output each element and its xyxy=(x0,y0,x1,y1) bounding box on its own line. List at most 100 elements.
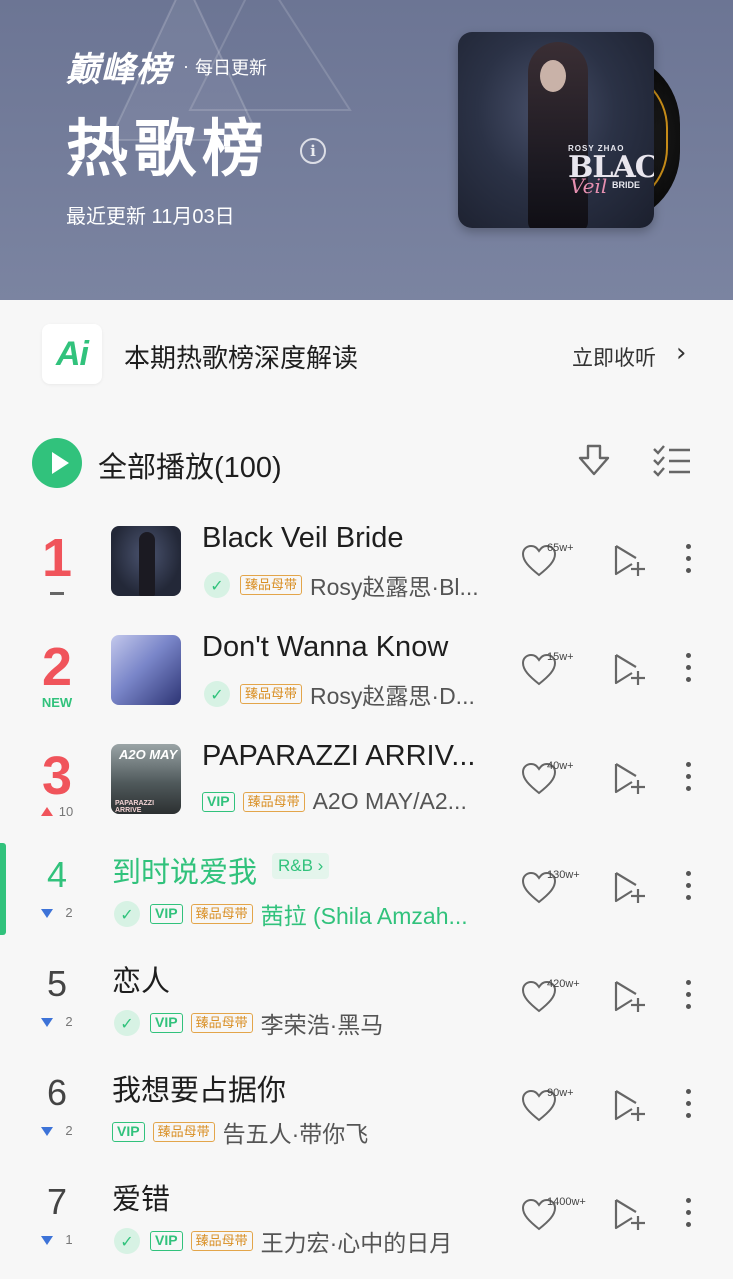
trend-down: 2 xyxy=(18,905,96,921)
more-options-icon[interactable] xyxy=(684,1089,692,1123)
more-options-icon[interactable] xyxy=(684,871,692,905)
rank-number: 7 xyxy=(46,1181,68,1222)
song-row[interactable]: 3 10 A2O MAY PAPARAZZI ARRIVE PAPARAZZI … xyxy=(0,724,733,833)
song-meta: ✓ VIP 臻品母带 王力宏·心中的日月 xyxy=(114,1224,452,1258)
artist-album: 王力宏·心中的日月 xyxy=(260,1230,453,1256)
more-options-icon[interactable] xyxy=(684,980,692,1014)
artist-album: A2O MAY/A2... xyxy=(312,788,467,814)
master-quality-badge: 臻品母带 xyxy=(240,575,303,595)
trend-value: 2 xyxy=(65,905,73,920)
artist-album: 李荣浩·黑马 xyxy=(260,1012,384,1038)
thumb-title-text: A2O MAY xyxy=(119,747,178,762)
brand-subtitle: 每日更新 xyxy=(195,57,267,78)
artist-album: Rosy赵露思·Bl... xyxy=(310,574,479,600)
rank-number: 4 xyxy=(46,854,68,895)
thumb-figure xyxy=(139,532,155,596)
rank-number: 2 xyxy=(41,637,73,697)
brand-row: 巅峰榜 · 每日更新 xyxy=(66,42,267,91)
trend-value: 2 xyxy=(65,1123,73,1138)
add-to-playlist-icon[interactable] xyxy=(612,980,648,1014)
arrow-down-icon xyxy=(41,909,54,918)
add-to-playlist-icon[interactable] xyxy=(612,762,648,796)
trend-down: 1 xyxy=(18,1232,96,1248)
download-icon[interactable] xyxy=(576,442,612,482)
trend-up: 10 xyxy=(18,804,96,820)
rank-number: 3 xyxy=(41,746,73,806)
add-to-playlist-icon[interactable] xyxy=(612,1089,648,1123)
artist-album: 告五人·带你飞 xyxy=(222,1121,369,1147)
song-row[interactable]: 5 2 恋人 ✓ VIP 臻品母带 李荣浩·黑马 420w+ xyxy=(0,942,733,1051)
add-to-playlist-icon[interactable] xyxy=(612,871,648,905)
ai-icon: Ai xyxy=(42,324,102,384)
arrow-up-icon xyxy=(40,807,53,816)
chart-cover[interactable]: ROSY ZHAO BLACK Veil BRIDE xyxy=(458,32,683,228)
downloaded-check-icon: ✓ xyxy=(114,1010,140,1036)
vip-badge: VIP xyxy=(150,1013,183,1033)
like-count: 65w+ xyxy=(547,542,574,554)
cover-sub-text: BRIDE xyxy=(612,180,641,190)
rank-number: 1 xyxy=(41,528,73,588)
song-row-playing[interactable]: 4 2 到时说爱我 R&B › ✓ VIP 臻品母带 茜拉 (Shila Amz… xyxy=(0,833,733,942)
arrow-down-icon xyxy=(41,1236,54,1245)
more-options-icon[interactable] xyxy=(684,1198,692,1232)
like-count: 15w+ xyxy=(547,651,574,663)
artist-album: 茜拉 (Shila Amzah... xyxy=(260,903,468,929)
cover-script-text: Veil xyxy=(570,174,608,198)
chart-header: 巅峰榜 · 每日更新 热歌榜 i 最近更新 11月03日 ROSY ZHAO B… xyxy=(0,0,733,300)
like-count: 90w+ xyxy=(547,1087,574,1099)
rank-column: 7 1 xyxy=(18,1182,96,1248)
info-icon[interactable]: i xyxy=(300,138,326,164)
add-to-playlist-icon[interactable] xyxy=(612,544,648,578)
master-quality-badge: 臻品母带 xyxy=(190,1231,253,1251)
rank-column: 4 2 xyxy=(18,855,96,921)
master-quality-badge: 臻品母带 xyxy=(152,1122,215,1142)
vip-badge: VIP xyxy=(150,1231,183,1251)
song-row[interactable]: 7 1 爱错 ✓ VIP 臻品母带 王力宏·心中的日月 1400w+ xyxy=(0,1160,733,1269)
chevron-right-icon[interactable]: › xyxy=(676,338,686,368)
master-quality-badge: 臻品母带 xyxy=(190,1013,253,1033)
brand-separator: · xyxy=(183,56,189,76)
downloaded-check-icon: ✓ xyxy=(204,681,230,707)
trend-value: 10 xyxy=(58,804,74,819)
song-meta: ✓ VIP 臻品母带 李荣浩·黑马 xyxy=(114,1006,383,1040)
like-count: 420w+ xyxy=(547,978,580,990)
arrow-down-icon xyxy=(41,1018,54,1027)
album-thumbnail[interactable] xyxy=(111,635,181,705)
album-thumbnail[interactable]: A2O MAY PAPARAZZI ARRIVE xyxy=(111,744,181,814)
rank-number: 6 xyxy=(46,1072,68,1113)
song-row[interactable]: 2 NEW Don't Wanna Know ✓ 臻品母带 Rosy赵露思·D.… xyxy=(0,615,733,724)
song-meta: ✓ VIP 臻品母带 茜拉 (Shila Amzah... xyxy=(114,897,468,931)
add-to-playlist-icon[interactable] xyxy=(612,1198,648,1232)
rank-number: 5 xyxy=(46,963,68,1004)
ai-interpretation-banner[interactable]: Ai 本期热歌榜深度解读 立即收听 › xyxy=(0,322,733,386)
vip-badge: VIP xyxy=(150,904,183,924)
like-count: 40w+ xyxy=(547,760,574,772)
add-to-playlist-icon[interactable] xyxy=(612,653,648,687)
vip-badge: VIP xyxy=(112,1122,145,1142)
trend-value: 2 xyxy=(65,1014,73,1029)
more-options-icon[interactable] xyxy=(684,762,692,796)
song-meta: VIP 臻品母带 告五人·带你飞 xyxy=(112,1115,368,1149)
update-date: 最近更新 11月03日 xyxy=(66,206,235,228)
more-options-icon[interactable] xyxy=(684,653,692,687)
song-title: 我想要占据你 xyxy=(112,1075,287,1107)
ai-badge-text: Ai xyxy=(56,334,89,373)
play-all-button[interactable]: 全部播放(100) xyxy=(98,444,282,486)
song-meta: ✓ 臻品母带 Rosy赵露思·D... xyxy=(204,677,475,711)
album-thumbnail[interactable] xyxy=(111,526,181,596)
listen-now-link[interactable]: 立即收听 xyxy=(572,342,656,372)
play-icon[interactable] xyxy=(32,438,82,488)
song-row[interactable]: 1 Black Veil Bride ✓ 臻品母带 Rosy赵露思·Bl... … xyxy=(0,506,733,615)
master-quality-badge: 臻品母带 xyxy=(190,904,253,924)
master-quality-badge: 臻品母带 xyxy=(242,791,305,812)
arrow-down-icon xyxy=(41,1127,54,1136)
rank-column: 5 2 xyxy=(18,964,96,1030)
downloaded-check-icon: ✓ xyxy=(114,901,140,927)
genre-tag[interactable]: R&B › xyxy=(272,853,330,879)
song-row[interactable]: 6 2 我想要占据你 VIP 臻品母带 告五人·带你飞 90w+ xyxy=(0,1051,733,1160)
rank-column: 1 xyxy=(18,530,96,595)
more-options-icon[interactable] xyxy=(684,544,692,578)
play-all-row: 全部播放(100) xyxy=(0,436,733,490)
rank-column: 6 2 xyxy=(18,1073,96,1139)
multi-select-icon[interactable] xyxy=(652,444,692,478)
